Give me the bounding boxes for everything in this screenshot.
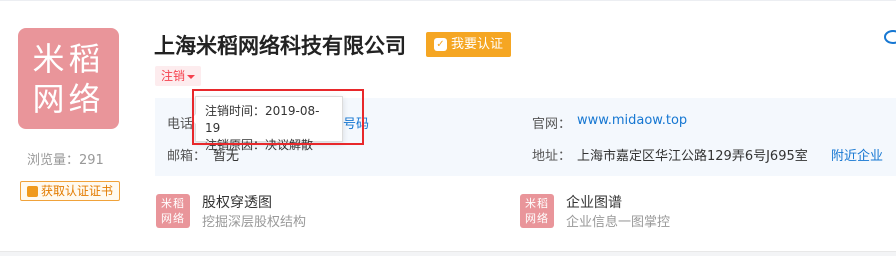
verify-label: 我要认证	[451, 37, 504, 52]
address-value: 上海市嘉定区华江公路129弄6号J695室	[577, 149, 808, 164]
feature-icon: 米稻 网络	[520, 194, 554, 228]
get-certificate-button[interactable]: 获取认证证书	[20, 181, 121, 201]
nearby-companies-link[interactable]: 附近企业	[831, 145, 883, 164]
logo-line-2: 网络	[32, 79, 105, 118]
logo-line-1: 米稻	[32, 39, 105, 78]
website-link[interactable]: www.midaow.top	[577, 113, 687, 128]
divider	[0, 0, 896, 1]
verify-button[interactable]: ✓ 我要认证	[426, 32, 512, 57]
views-count: 浏览量：291	[27, 153, 104, 168]
company-name: 上海米稻网络科技有限公司	[154, 34, 406, 58]
highlight-box	[192, 89, 364, 145]
email-label: 邮箱：	[167, 149, 207, 164]
status-label: 注销	[161, 69, 186, 83]
website-label: 官网：	[532, 117, 572, 132]
eye-icon[interactable]	[884, 30, 896, 44]
company-logo: 米稻 网络	[18, 28, 119, 129]
get-certificate-label: 获取认证证书	[41, 184, 114, 198]
certificate-icon	[27, 185, 38, 197]
company-card: 米稻 网络 浏览量：291 获取认证证书 上海米稻网络科技有限公司 ✓ 我要认证…	[0, 0, 896, 252]
feature-title: 股权穿透图	[202, 195, 272, 211]
enterprise-graph-link[interactable]: 米稻 网络 企业图谱 企业信息一图掌控	[520, 194, 670, 234]
feature-subtitle: 企业信息一图掌控	[566, 215, 671, 230]
status-badge[interactable]: 注销	[155, 66, 202, 86]
feature-icon: 米稻 网络	[156, 194, 190, 228]
feature-subtitle: 挖掘深层股权结构	[202, 215, 307, 230]
feature-title: 企业图谱	[566, 195, 622, 211]
address-label: 地址：	[532, 149, 572, 164]
chevron-down-icon	[187, 74, 196, 79]
check-shield-icon: ✓	[434, 38, 447, 51]
equity-penetration-link[interactable]: 米稻 网络 股权穿透图 挖掘深层股权结构	[156, 194, 306, 234]
